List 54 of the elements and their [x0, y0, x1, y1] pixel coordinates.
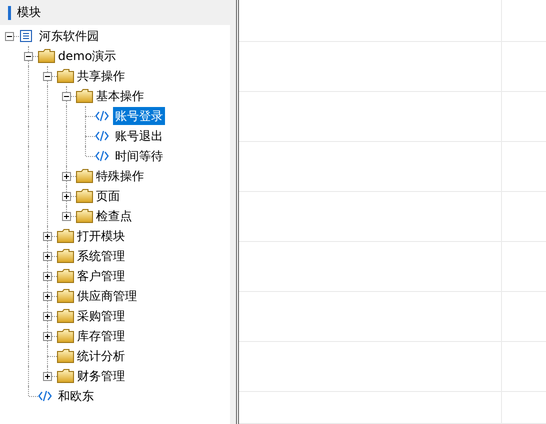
- expand-icon[interactable]: [43, 252, 52, 261]
- folder-icon: [76, 89, 93, 103]
- expand-icon[interactable]: [62, 212, 71, 221]
- expand-icon[interactable]: [43, 332, 52, 341]
- code-icon: [38, 390, 52, 402]
- tree-item[interactable]: 采购管理: [75, 307, 127, 325]
- tree-item[interactable]: 特殊操作: [94, 167, 146, 185]
- tree-item[interactable]: 库存管理: [75, 327, 127, 345]
- collapse-icon[interactable]: [43, 72, 52, 81]
- folder-icon: [57, 309, 74, 323]
- tree-item[interactable]: 打开模块: [75, 227, 127, 245]
- tree-item[interactable]: 客户管理: [75, 267, 127, 285]
- collapse-icon[interactable]: [5, 32, 14, 41]
- tree-item[interactable]: 时间等待: [113, 147, 165, 165]
- expand-icon[interactable]: [43, 232, 52, 241]
- folder-icon: [76, 169, 93, 183]
- folder-icon: [57, 249, 74, 263]
- tree-item[interactable]: 账号退出: [113, 127, 165, 145]
- tree-item[interactable]: 页面: [94, 187, 122, 205]
- tree-item[interactable]: 财务管理: [75, 367, 127, 385]
- tree-item[interactable]: 河东软件园: [37, 27, 101, 45]
- tree-item[interactable]: 账号登录: [113, 107, 165, 125]
- tree-item[interactable]: 基本操作: [94, 87, 146, 105]
- expand-icon[interactable]: [43, 292, 52, 301]
- tree-item[interactable]: 和欧东: [56, 387, 96, 405]
- collapse-icon[interactable]: [62, 92, 71, 101]
- folder-icon: [76, 189, 93, 203]
- module-icon: [8, 6, 11, 20]
- expand-icon[interactable]: [43, 312, 52, 321]
- tree-item[interactable]: demo演示: [56, 47, 118, 65]
- folder-icon: [57, 329, 74, 343]
- code-icon: [95, 130, 109, 142]
- tree-item[interactable]: 检查点: [94, 207, 134, 225]
- expand-icon[interactable]: [43, 272, 52, 281]
- collapse-icon[interactable]: [24, 52, 33, 61]
- folder-icon: [57, 289, 74, 303]
- tree-item[interactable]: 系统管理: [75, 247, 127, 265]
- expand-icon[interactable]: [43, 372, 52, 381]
- tree-item[interactable]: 共享操作: [75, 67, 127, 85]
- list-icon: [19, 29, 33, 43]
- folder-icon: [57, 369, 74, 383]
- folder-icon: [57, 69, 74, 83]
- code-icon: [95, 150, 109, 162]
- panel-title: 模块: [17, 4, 41, 21]
- folder-icon: [57, 229, 74, 243]
- expand-icon[interactable]: [62, 172, 71, 181]
- tree-item[interactable]: 统计分析: [75, 347, 127, 365]
- tree-item[interactable]: 供应商管理: [75, 287, 139, 305]
- folder-icon: [57, 269, 74, 283]
- folder-icon: [57, 349, 74, 363]
- folder-icon: [76, 209, 93, 223]
- code-icon: [95, 110, 109, 122]
- folder-icon: [38, 49, 55, 63]
- expand-icon[interactable]: [62, 192, 71, 201]
